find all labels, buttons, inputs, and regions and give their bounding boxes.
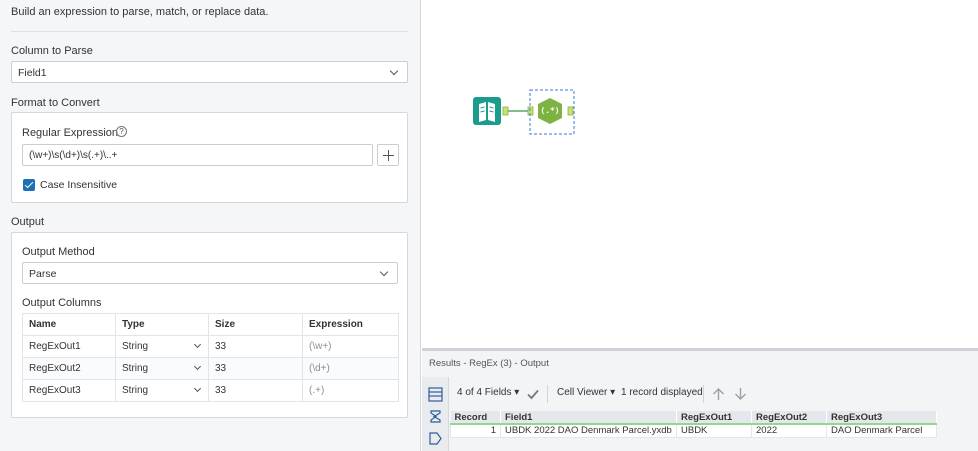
results-sidebar: [422, 377, 449, 451]
column-size-cell[interactable]: 33: [208, 357, 303, 380]
column-expression-cell: (.+): [302, 379, 399, 402]
column-type-dropdown[interactable]: String: [115, 357, 209, 380]
toolbar-divider: [703, 385, 704, 403]
column-header: Name: [22, 313, 116, 336]
column-header: Size: [208, 313, 303, 336]
record-number-cell: 1: [450, 423, 501, 438]
configuration-panel: Build an expression to parse, match, or …: [0, 0, 421, 451]
input-tool-background: [473, 97, 501, 125]
arrow-down-icon[interactable]: [734, 387, 747, 401]
results-column-header[interactable]: RegExOut2: [751, 411, 827, 425]
regex-tool-glyph: (.*): [540, 106, 560, 115]
output-method-dropdown[interactable]: Parse: [22, 262, 398, 284]
format-card: Regular Expression ? (\w+)\s(\d+)\s(.+)\…: [11, 112, 408, 203]
column-header: Expression: [302, 313, 399, 336]
output-columns-table: Name Type Size Expression RegExOut1 Stri…: [22, 313, 399, 402]
case-insensitive-label: Case Insensitive: [40, 179, 118, 191]
column-type-dropdown[interactable]: String: [115, 379, 209, 402]
case-insensitive-checkbox[interactable]: [23, 179, 35, 191]
results-header-row: Record Field1 RegExOut1 RegExOut2 RegExO…: [450, 411, 937, 425]
workflow-canvas[interactable]: (.*): [422, 0, 978, 348]
output-anchor[interactable]: [567, 106, 574, 116]
metadata-icon[interactable]: [428, 409, 443, 424]
chevron-down-icon: [193, 362, 202, 371]
chevron-down-icon: [379, 267, 389, 277]
chevron-down-icon: [193, 384, 202, 393]
column-to-parse-dropdown[interactable]: Field1: [11, 61, 408, 83]
table-row: RegExOut2 String 33 (\d+): [22, 357, 399, 380]
tag-icon[interactable]: [428, 431, 443, 446]
output-method-value: Parse: [29, 268, 57, 280]
output-label: Output: [11, 216, 45, 228]
column-expression-cell: (\d+): [302, 357, 399, 380]
insert-token-button[interactable]: [377, 144, 399, 166]
results-column-header[interactable]: Record: [450, 411, 501, 425]
column-name-cell[interactable]: RegExOut2: [22, 357, 116, 380]
output-method-label: Output Method: [22, 246, 95, 258]
column-to-parse-label: Column to Parse: [11, 45, 93, 57]
column-name-cell[interactable]: RegExOut1: [22, 335, 116, 358]
results-column-header[interactable]: Field1: [500, 411, 677, 425]
fields-selector[interactable]: 4 of 4 Fields ▾: [457, 387, 519, 398]
column-name-cell[interactable]: RegExOut3: [22, 379, 116, 402]
field1-cell[interactable]: UBDK 2022 DAO Denmark Parcel.yxdb: [500, 423, 677, 438]
chevron-down-icon: [389, 66, 399, 76]
column-type-dropdown[interactable]: String: [115, 335, 209, 358]
workflow-diagram: [473, 89, 575, 135]
arrow-up-icon[interactable]: [712, 387, 725, 401]
table-row: RegExOut1 String 33 (\w+): [22, 335, 399, 358]
column-type-value: String: [122, 385, 149, 396]
chevron-down-icon: [193, 340, 202, 349]
input-data-tool[interactable]: [473, 97, 501, 125]
table-row[interactable]: 1 UBDK 2022 DAO Denmark Parcel.yxdb UBDK…: [450, 423, 937, 438]
regular-expression-label: Regular Expression: [22, 127, 118, 139]
regexout2-cell[interactable]: 2022: [751, 423, 827, 438]
column-size-cell[interactable]: 33: [208, 379, 303, 402]
table-header-row: Name Type Size Expression: [22, 313, 399, 336]
column-header: Type: [115, 313, 209, 336]
tool-description: Build an expression to parse, match, or …: [11, 6, 269, 18]
table-row: RegExOut3 String 33 (.+): [22, 379, 399, 402]
column-size-cell[interactable]: 33: [208, 335, 303, 358]
column-expression-cell: (\w+): [302, 335, 399, 358]
table-view-icon[interactable]: [428, 387, 443, 402]
output-card: Output Method Parse Output Columns Name …: [11, 232, 408, 418]
regex-input[interactable]: (\w+)\s(\d+)\s(.+)\..+: [22, 144, 373, 166]
results-title: Results - RegEx (3) - Output: [429, 358, 549, 369]
cell-viewer-selector[interactable]: Cell Viewer ▾: [557, 387, 615, 398]
fields-selector-label: 4 of 4 Fields: [457, 387, 512, 398]
checkmark-icon[interactable]: [527, 388, 539, 400]
divider: [11, 31, 408, 32]
help-icon[interactable]: ?: [116, 126, 127, 137]
toolbar-divider: [547, 385, 548, 403]
records-displayed: 1 record displayed: [621, 387, 703, 398]
results-table: Record Field1 RegExOut1 RegExOut2 RegExO…: [450, 411, 937, 438]
column-to-parse-value: Field1: [18, 67, 47, 79]
regexout1-cell[interactable]: UBDK: [676, 423, 752, 438]
output-columns-label: Output Columns: [22, 297, 102, 309]
results-panel: Results - RegEx (3) - Output 4 of 4 Fiel…: [422, 351, 978, 451]
regexout3-cell[interactable]: DAO Denmark Parcel: [826, 423, 937, 438]
column-type-value: String: [122, 363, 149, 374]
results-column-header[interactable]: RegExOut3: [826, 411, 937, 425]
column-type-value: String: [122, 341, 149, 352]
cell-viewer-label: Cell Viewer: [557, 387, 608, 398]
regex-input-value: (\w+)\s(\d+)\s(.+)\..+: [29, 150, 118, 161]
format-to-convert-label: Format to Convert: [11, 97, 100, 109]
results-column-header[interactable]: RegExOut1: [676, 411, 752, 425]
output-anchor[interactable]: [502, 106, 509, 116]
